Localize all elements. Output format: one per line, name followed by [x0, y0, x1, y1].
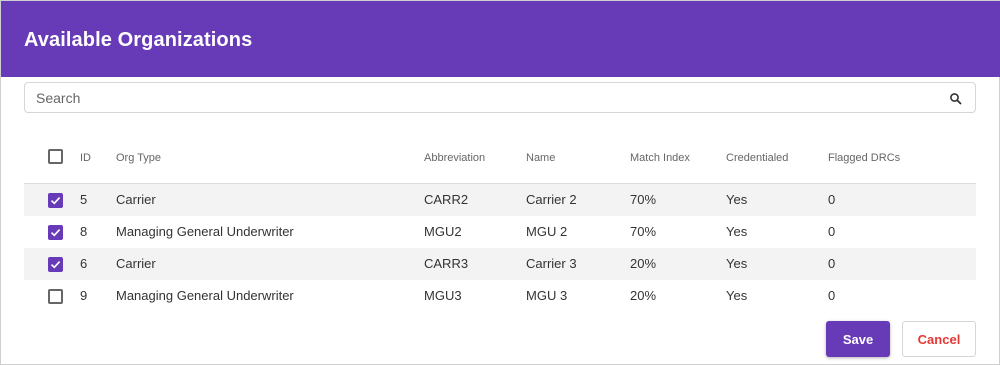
dialog-header: Available Organizations: [1, 1, 1000, 77]
cancel-button[interactable]: Cancel: [902, 321, 976, 357]
checkmark-icon: [50, 261, 61, 269]
row-id: 8: [80, 224, 88, 239]
row-abbreviation: CARR2: [424, 192, 469, 207]
row-id: 6: [80, 256, 88, 271]
column-header-flagged-drcs[interactable]: Flagged DRCs: [828, 150, 900, 166]
table-header-row: ID Org Type Abbreviation Name Match Inde…: [24, 139, 976, 184]
available-organizations-dialog: Available Organizations ID Org Type Abbr…: [0, 0, 1000, 365]
row-match-index: 70%: [630, 192, 657, 207]
row-match-index: 70%: [630, 224, 657, 239]
table-row[interactable]: 5 Carrier CARR2 Carrier 2 70% Yes 0: [24, 184, 976, 216]
column-header-org-type[interactable]: Org Type: [116, 150, 161, 166]
select-all-checkbox[interactable]: [48, 149, 63, 164]
row-abbreviation: MGU3: [424, 288, 462, 303]
column-header-match-index[interactable]: Match Index: [630, 150, 690, 166]
row-org-type: Carrier: [116, 256, 156, 271]
search-box: [24, 82, 976, 113]
organizations-table: ID Org Type Abbreviation Name Match Inde…: [24, 139, 976, 312]
save-button[interactable]: Save: [826, 321, 890, 357]
search-icon[interactable]: [949, 92, 963, 106]
row-flagged-drcs: 0: [828, 288, 836, 303]
row-checkbox[interactable]: [48, 193, 63, 208]
row-flagged-drcs: 0: [828, 256, 836, 271]
row-org-type: Carrier: [116, 192, 156, 207]
row-credentialed: Yes: [726, 192, 748, 207]
column-header-name[interactable]: Name: [526, 150, 555, 166]
row-credentialed: Yes: [726, 288, 748, 303]
column-header-id[interactable]: ID: [80, 150, 91, 166]
table-row[interactable]: 6 Carrier CARR3 Carrier 3 20% Yes 0: [24, 248, 976, 280]
column-header-credentialed[interactable]: Credentialed: [726, 150, 788, 166]
row-checkbox[interactable]: [48, 289, 63, 304]
row-credentialed: Yes: [726, 256, 748, 271]
checkmark-icon: [50, 229, 61, 237]
checkmark-icon: [50, 197, 61, 205]
row-match-index: 20%: [630, 256, 657, 271]
row-credentialed: Yes: [726, 224, 748, 239]
row-flagged-drcs: 0: [828, 192, 836, 207]
row-checkbox[interactable]: [48, 257, 63, 272]
table-row[interactable]: 9 Managing General Underwriter MGU3 MGU …: [24, 280, 976, 312]
dialog-title: Available Organizations: [24, 29, 253, 51]
row-id: 5: [80, 192, 88, 207]
row-name: Carrier 2: [526, 192, 577, 207]
row-org-type: Managing General Underwriter: [116, 288, 294, 303]
row-abbreviation: MGU2: [424, 224, 462, 239]
table-row[interactable]: 8 Managing General Underwriter MGU2 MGU …: [24, 216, 976, 248]
row-name: Carrier 3: [526, 256, 577, 271]
row-abbreviation: CARR3: [424, 256, 469, 271]
row-id: 9: [80, 288, 88, 303]
row-org-type: Managing General Underwriter: [116, 224, 294, 239]
row-match-index: 20%: [630, 288, 657, 303]
row-checkbox[interactable]: [48, 225, 63, 240]
column-header-abbreviation[interactable]: Abbreviation: [424, 150, 485, 166]
row-name: MGU 2: [526, 224, 568, 239]
row-flagged-drcs: 0: [828, 224, 836, 239]
row-name: MGU 3: [526, 288, 568, 303]
search-input[interactable]: [26, 84, 926, 111]
